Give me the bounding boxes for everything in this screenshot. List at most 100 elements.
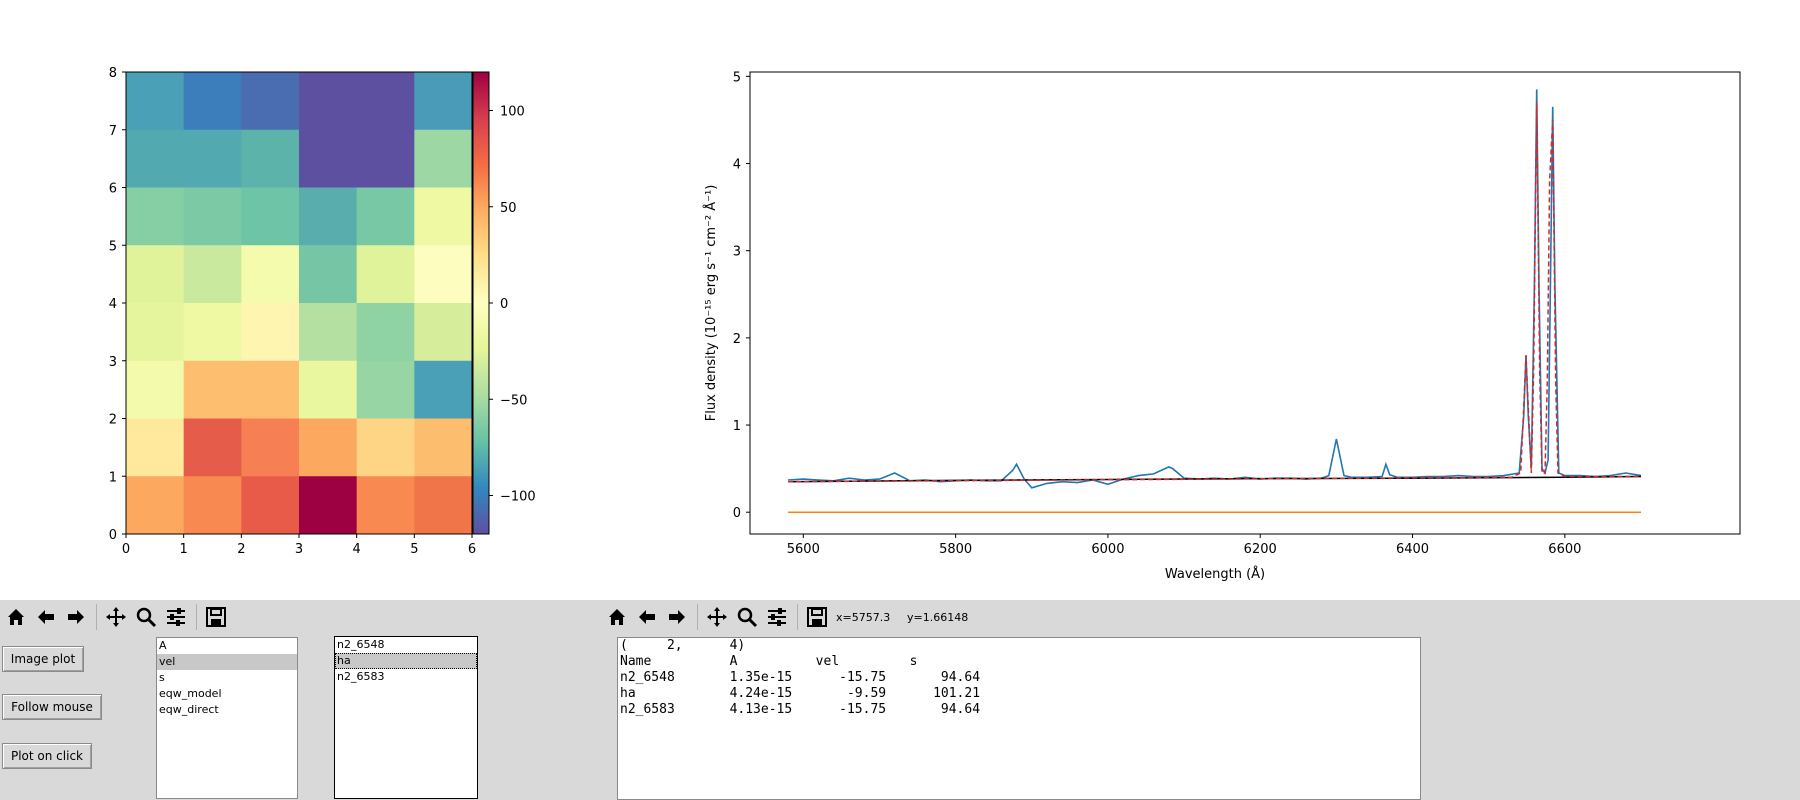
x-tick-label: 4 [353,542,361,557]
heatmap-cell [299,476,358,535]
parameter-list[interactable]: Avel s eqw_model eqw_direct [156,637,298,799]
x-tick-label: 6000 [1091,542,1124,557]
heatmap-cell [414,187,473,246]
home-button[interactable] [604,604,630,630]
heatmap-cell [126,245,185,304]
y-tick-label: 2 [733,332,741,347]
heatmap-cell [183,129,242,188]
pan-icon [707,607,727,627]
heatmap-cell [356,360,415,419]
y-tick-label: 0 [109,528,117,543]
back-arrow-icon [38,610,54,624]
y-tick-label: 0 [733,506,741,521]
back-arrow-button[interactable] [33,604,59,630]
x-tick-label: 1 [180,542,188,557]
zoom-icon [737,607,758,628]
save-button[interactable] [203,604,229,630]
heatmap-figure[interactable]: 0 1 2 3 4 5 6 0 1 2 3 4 5 6 7 8 100 50 0 −50 −100 [0,0,600,600]
heatmap-cell [299,72,358,131]
list-item[interactable]: s [157,670,297,686]
heatmap-cell [356,245,415,304]
configure-button[interactable] [163,604,189,630]
spectrum-lines [788,89,1642,513]
colorbar-tick-label: −50 [500,393,527,408]
list-item[interactable]: eqw_model [157,686,297,702]
forward-arrow-button[interactable] [664,604,690,630]
list-item[interactable]: vel [157,654,297,670]
colorbar [472,71,490,535]
spectrum-xlabel: Wavelength (Å) [1165,566,1265,582]
home-button[interactable] [3,604,29,630]
spectrum-figure[interactable]: 5600 5800 6000 6200 6400 6600 0 1 2 3 4 5 Waveleng… [690,0,1800,600]
y-coordinate-readout: y=1.66148 [907,611,969,624]
heatmap-cell [183,476,242,535]
heatmap-cell [183,72,242,131]
forward-arrow-button[interactable] [63,604,89,630]
save-button[interactable] [804,604,830,630]
home-icon [8,609,24,625]
y-tick-label: 3 [109,355,117,370]
heatmap-y-axis: 0 1 2 3 4 5 6 7 8 [109,66,126,543]
list-item[interactable]: ha [335,653,477,669]
pan-button[interactable] [704,604,730,630]
toolbar-separator [196,604,197,630]
x-tick-label: 0 [122,542,130,557]
toolbar-separator [797,604,798,630]
y-tick-label: 8 [109,66,117,81]
heatmap-cell [126,303,185,362]
list-item[interactable]: n2_6583 [335,669,477,685]
heatmap-cell [356,129,415,188]
x-tick-label: 6200 [1244,542,1277,557]
heatmap-cell [299,303,358,362]
colorbar-axis: 100 50 0 −50 −100 [489,105,536,505]
save-icon [807,607,827,627]
x-tick-label: 5800 [939,542,972,557]
x-tick-label: 6 [468,542,476,557]
heatmap-cell [414,360,473,419]
result-line: ha 4.24e-15 -9.59 101.21 [620,686,981,701]
y-tick-label: 5 [109,239,117,254]
heatmap-cell [183,245,242,304]
emission-line-list[interactable]: n2_6548 ha n2_6583 [334,636,478,799]
back-arrow-button[interactable] [634,604,660,630]
heatmap-cell [414,129,473,188]
home-icon [609,609,625,625]
heatmap-cell [414,245,473,304]
follow-mouse-button[interactable]: Follow mouse [2,694,102,720]
heatmap-cell [126,418,185,477]
y-tick-label: 1 [733,419,741,434]
colorbar-tick-label: 0 [500,297,508,312]
pan-button[interactable] [103,604,129,630]
heatmap-cell [356,187,415,246]
configure-icon [768,608,786,626]
heatmap-cell [414,72,473,131]
heatmap-cell [241,303,300,362]
list-item[interactable]: n2_6548 [335,637,477,653]
colorbar-tick-label: 50 [500,201,517,216]
heatmap-cell [183,418,242,477]
result-line: n2_6583 4.13e-15 -15.75 94.64 [620,702,981,717]
spectrum-y-axis: 0 1 2 3 4 5 [733,70,750,521]
configure-button[interactable] [764,604,790,630]
list-item[interactable]: eqw_direct [157,702,297,718]
fit-results-text[interactable]: ( 2, 4) Name A vel s n2_6548 1.35e-15 -15.… [617,637,1421,800]
list-item[interactable]: A [157,638,297,654]
heatmap-cell [356,72,415,131]
forward-arrow-icon [68,610,84,624]
x-tick-label: 6400 [1396,542,1429,557]
zoom-button[interactable] [133,604,159,630]
spectrum-frame [749,71,1741,535]
heatmap-cell [183,360,242,419]
heatmap-cells [126,72,473,535]
image-plot-button[interactable]: Image plot [2,646,84,672]
heatmap-cell [241,360,300,419]
heatmap-cell [299,418,358,477]
heatmap-cell [299,360,358,419]
heatmap-cell [356,303,415,362]
heatmap-cell [414,476,473,535]
toolbar-separator [96,604,97,630]
plot-on-click-button[interactable]: Plot on click [2,743,92,769]
y-tick-label: 7 [109,124,117,139]
zoom-button[interactable] [734,604,760,630]
heatmap-cell [241,476,300,535]
